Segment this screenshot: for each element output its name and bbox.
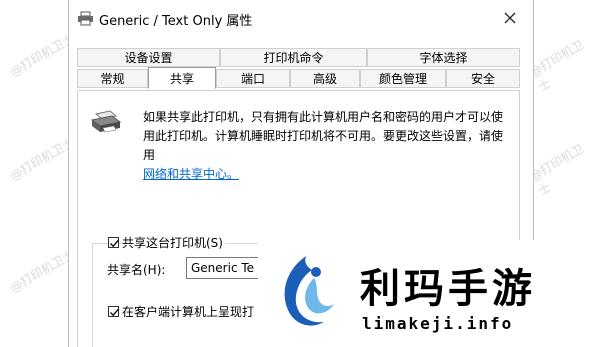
close-icon bbox=[504, 12, 516, 27]
tab-ports[interactable]: 端口 bbox=[216, 69, 290, 88]
tab-general[interactable]: 常规 bbox=[77, 69, 148, 88]
brand-url: limakeji.info bbox=[362, 314, 514, 333]
checkbox-check-icon bbox=[110, 308, 120, 317]
checkbox-check-icon bbox=[110, 239, 120, 248]
tab-sharing[interactable]: 共享 bbox=[148, 67, 216, 89]
tab-printer-commands[interactable]: 打印机命令 bbox=[220, 48, 367, 67]
share-printer-checkbox[interactable] bbox=[108, 237, 120, 248]
watermark: @打印机卫士 bbox=[527, 141, 587, 199]
watermark: @打印机卫士 bbox=[7, 30, 77, 79]
watermark: @打印机卫士 bbox=[527, 37, 587, 95]
tab-font-selection[interactable]: 字体选择 bbox=[367, 48, 520, 67]
brand-watermark-overlay: 利玛手游 limakeji.info bbox=[258, 240, 600, 347]
sharing-description: 如果共享此打印机，只有拥有此计算机用户名和密码的用户才可以使 用此打印机。计算机… bbox=[143, 108, 513, 184]
tab-security[interactable]: 安全 bbox=[446, 69, 520, 88]
title-bar: Generic / Text Only 属性 bbox=[69, 0, 533, 38]
printer-icon bbox=[77, 11, 94, 26]
brand-logo-icon bbox=[276, 252, 340, 334]
tab-advanced[interactable]: 高级 bbox=[290, 69, 360, 88]
close-button[interactable] bbox=[487, 0, 533, 38]
network-sharing-center-link[interactable]: 网络和共享中心。 bbox=[143, 167, 239, 181]
description-line: 如果共享此打印机，只有拥有此计算机用户名和密码的用户才可以使 bbox=[143, 110, 504, 124]
description-line: 用此打印机。计算机睡眠时打印机将不可用。要更改这些设置，请使用 bbox=[143, 129, 504, 162]
window-title: Generic / Text Only 属性 bbox=[99, 14, 253, 29]
render-print-jobs-checkbox[interactable] bbox=[108, 306, 120, 317]
watermark: @打印机卫士 bbox=[7, 246, 77, 295]
brand-name: 利玛手游 bbox=[360, 266, 536, 312]
printer-icon bbox=[90, 110, 122, 136]
watermark: @打印机卫士 bbox=[7, 134, 77, 183]
share-printer-label[interactable]: 共享这台打印机(S) bbox=[122, 234, 225, 251]
tab-color-management[interactable]: 颜色管理 bbox=[360, 69, 446, 88]
render-print-jobs-label[interactable]: 在客户端计算机上呈现打 bbox=[122, 303, 254, 320]
tab-device-settings[interactable]: 设备设置 bbox=[77, 48, 220, 67]
share-name-label: 共享名(H): bbox=[107, 263, 166, 277]
